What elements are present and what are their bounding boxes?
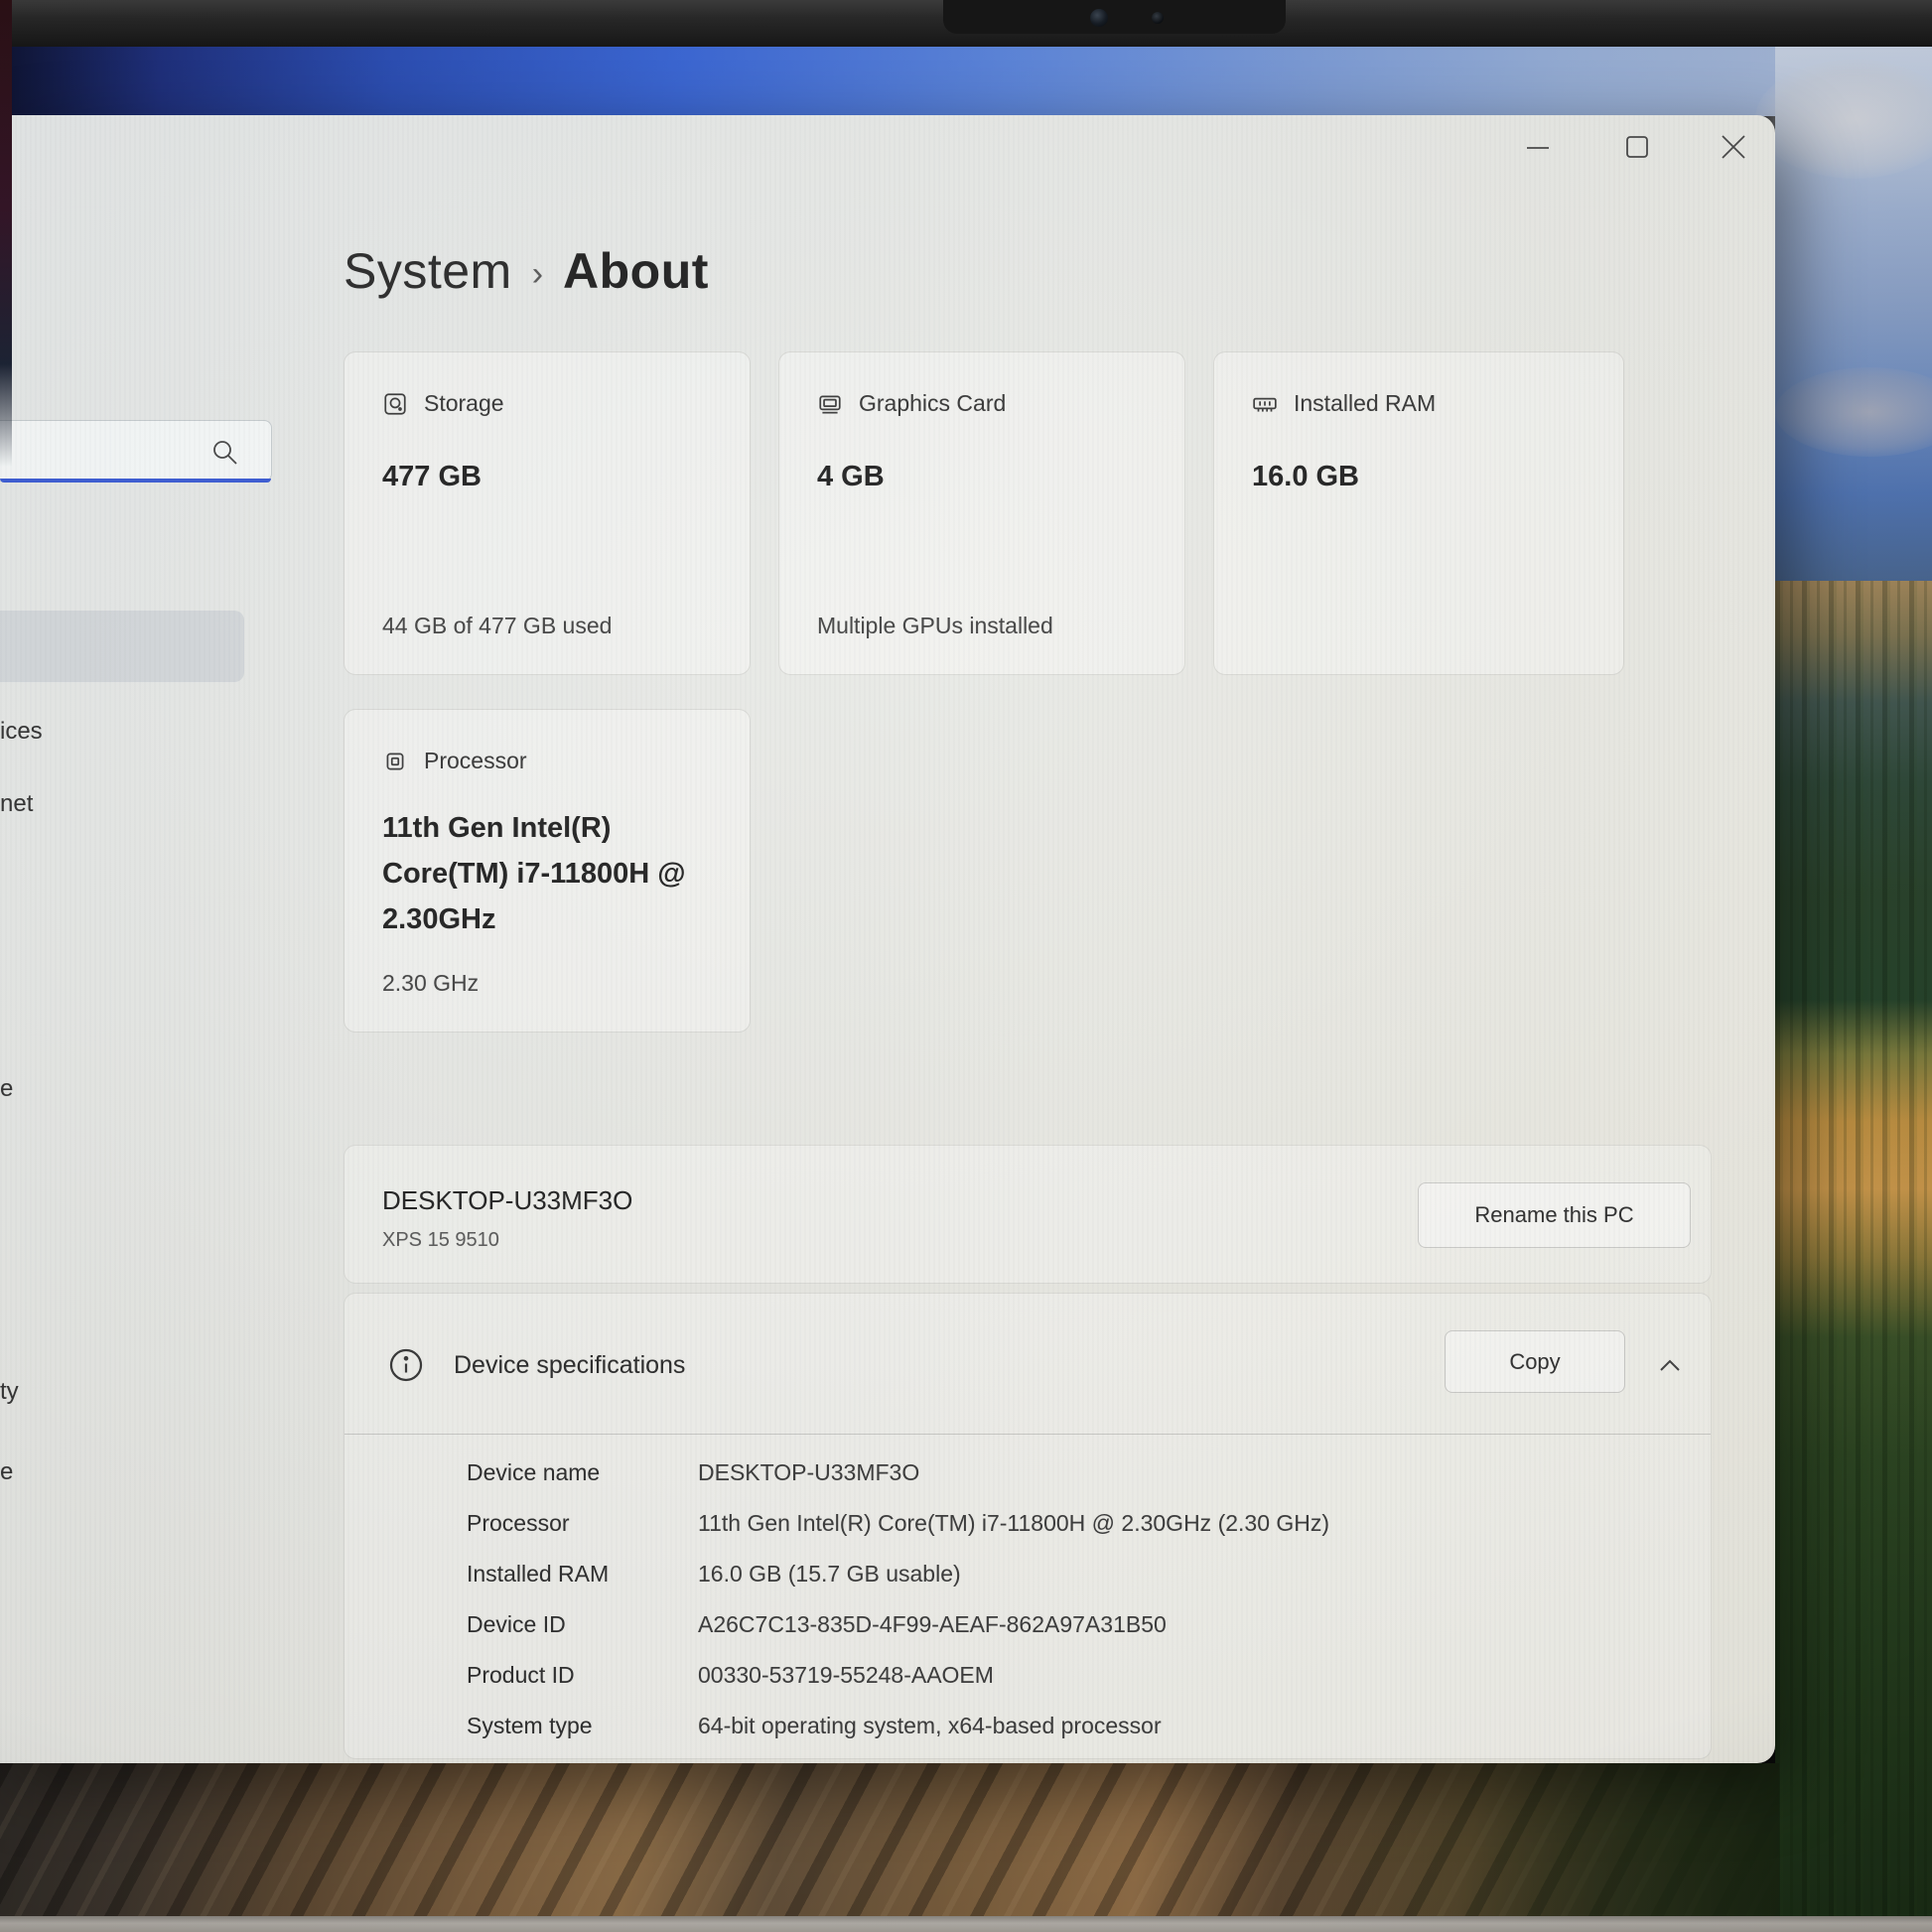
spec-value: DESKTOP-U33MF3O [698,1448,919,1498]
webcam-module [943,0,1286,34]
cpu-chip-icon [382,749,408,774]
maximize-button[interactable] [1613,125,1661,169]
graphics-value: 4 GB [817,454,1165,499]
spec-label: Processor [467,1498,570,1549]
wallpaper-cloud [1775,367,1932,457]
close-button[interactable] [1710,125,1757,169]
device-specifications-title: Device specifications [454,1351,685,1380]
close-icon [1719,132,1748,162]
spec-value: 11th Gen Intel(R) Core(TM) i7-11800H @ 2… [698,1498,1329,1549]
sidebar-item-privacy-security[interactable]: ty [0,1377,19,1407]
minimize-button[interactable] [1514,125,1562,169]
collapse-section-button[interactable] [1653,1351,1687,1386]
hard-drive-icon [382,391,408,417]
chevron-right-icon: › [532,249,543,294]
wallpaper-forest-hillside [1775,581,1932,1932]
gpu-icon [817,391,843,417]
page-title: About [563,242,709,300]
wallpaper-cloud [1755,60,1932,179]
sidebar-item-system-selected[interactable] [0,611,244,682]
device-specifications-panel: Device specifications Copy Device name D… [344,1293,1712,1759]
processor-card: Processor 11th Gen Intel(R) Core(TM) i7-… [344,709,751,1033]
spec-row-device-id: Device ID A26C7C13-835D-4F99-AEAF-862A97… [345,1599,1711,1650]
processor-caption: 2.30 GHz [382,970,479,997]
ram-icon [1252,391,1278,417]
search-icon [209,437,239,472]
device-name-panel: DESKTOP-U33MF3O XPS 15 9510 Rename this … [344,1145,1712,1284]
spec-label: System type [467,1701,593,1751]
desktop-wallpaper-rocks [0,1763,1779,1922]
search-input[interactable] [0,420,272,482]
sidebar-item-bluetooth-devices[interactable]: ices [0,717,43,747]
spec-label: Product ID [467,1650,575,1701]
storage-card: Storage 477 GB 44 GB of 477 GB used [344,351,751,675]
settings-window: ices net e ty e System › About Storage 4… [0,115,1775,1763]
desktop-wallpaper-top-strip [0,47,1779,116]
sidebar-item-time-language[interactable]: e [0,1074,13,1104]
sidebar-item-network-internet[interactable]: net [0,789,33,819]
card-label: Graphics Card [859,390,1006,417]
spec-row-system-type: System type 64-bit operating system, x64… [345,1701,1711,1751]
webcam-lens-icon [1090,9,1108,27]
copy-button[interactable]: Copy [1445,1330,1625,1393]
spec-row-device-name: Device name DESKTOP-U33MF3O [345,1448,1711,1498]
spec-label: Device name [467,1448,600,1498]
info-icon [388,1347,424,1383]
spec-value: A26C7C13-835D-4F99-AEAF-862A97A31B50 [698,1599,1167,1650]
desktop-wallpaper-right [1775,40,1932,1932]
minimize-icon [1523,132,1553,162]
storage-value: 477 GB [382,454,730,499]
section-divider [345,1434,1711,1435]
search-focus-underline [0,479,271,483]
spec-row-installed-ram: Installed RAM 16.0 GB (15.7 GB usable) [345,1549,1711,1599]
spec-row-product-id: Product ID 00330-53719-55248-AAOEM [345,1650,1711,1701]
card-label: Storage [424,390,504,417]
spec-value: 16.0 GB (15.7 GB usable) [698,1549,961,1599]
chevron-up-icon [1653,1351,1687,1381]
photographed-laptop-screen: ices net e ty e System › About Storage 4… [0,0,1932,1932]
spec-value: 64-bit operating system, x64-based proce… [698,1701,1162,1751]
spec-label: Device ID [467,1599,566,1650]
installed-ram-card: Installed RAM 16.0 GB [1213,351,1624,675]
device-model: XPS 15 9510 [382,1229,499,1252]
webcam-led-icon [1152,12,1164,24]
screen-edge-reflection [0,0,12,467]
laptop-deck [0,1916,1932,1932]
card-label: Installed RAM [1294,390,1436,417]
graphics-caption: Multiple GPUs installed [817,613,1053,639]
breadcrumb-system[interactable]: System [344,242,512,300]
maximize-icon [1622,132,1652,162]
sidebar-item-windows-update[interactable]: e [0,1457,13,1487]
card-label: Processor [424,748,527,774]
graphics-card-card: Graphics Card 4 GB Multiple GPUs install… [778,351,1185,675]
wallpaper-sky [1775,40,1932,581]
device-name: DESKTOP-U33MF3O [382,1185,632,1216]
processor-value: 11th Gen Intel(R) Core(TM) i7-11800H @ 2… [382,805,730,942]
spec-label: Installed RAM [467,1549,609,1599]
storage-caption: 44 GB of 477 GB used [382,613,612,639]
laptop-bezel [0,0,1932,47]
spec-value: 00330-53719-55248-AAOEM [698,1650,994,1701]
spec-row-processor: Processor 11th Gen Intel(R) Core(TM) i7-… [345,1498,1711,1549]
rename-pc-button[interactable]: Rename this PC [1418,1182,1691,1248]
breadcrumb: System › About [344,242,709,300]
ram-value: 16.0 GB [1252,454,1599,499]
